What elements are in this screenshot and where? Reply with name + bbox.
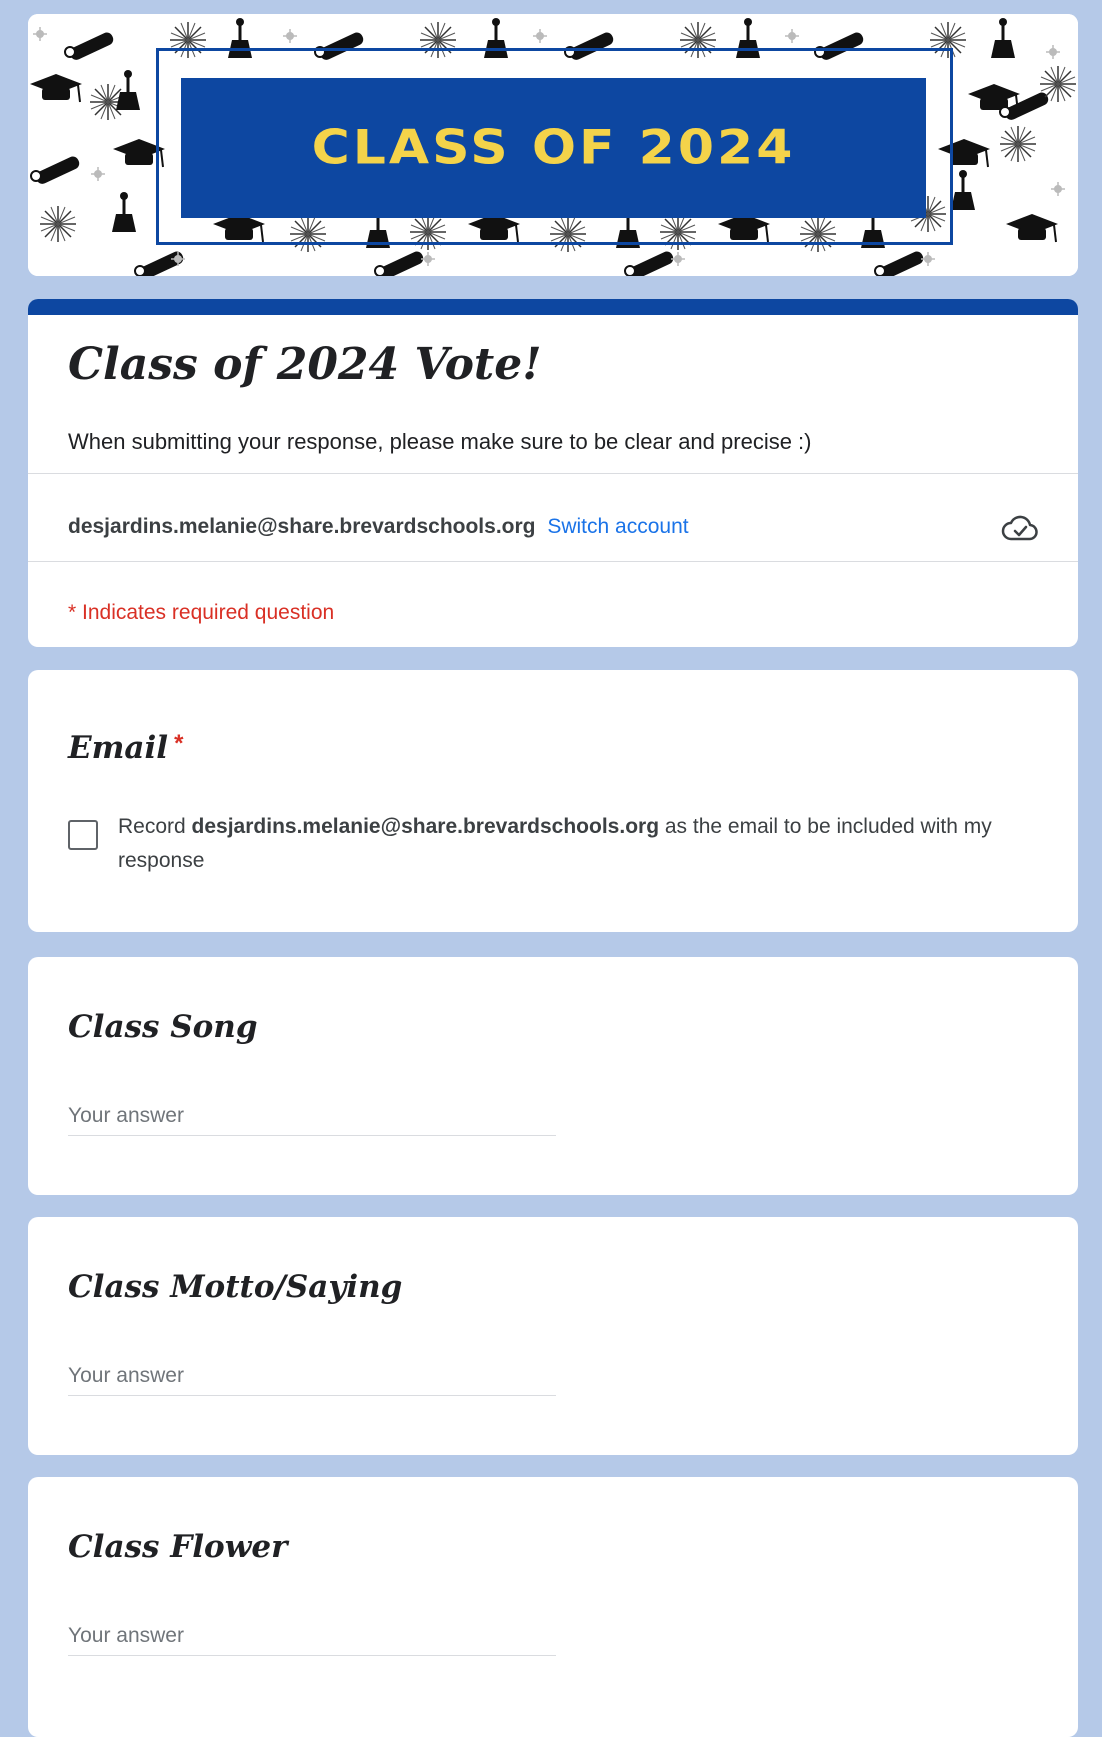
form-description: When submitting your response, please ma… xyxy=(68,429,812,454)
divider xyxy=(28,473,1078,474)
question-title-email: Email * xyxy=(68,730,183,766)
question-title-class-song: Class Song xyxy=(68,1009,258,1045)
divider xyxy=(28,561,1078,562)
question-card-class-motto: Class Motto/Saying xyxy=(28,1217,1078,1455)
required-note: * Indicates required question xyxy=(68,601,335,624)
question-title-text: Email xyxy=(68,730,169,766)
required-star: * xyxy=(174,730,184,757)
banner-title-box: CLASS OF 2024 xyxy=(181,78,926,218)
class-motto-input[interactable] xyxy=(68,1357,556,1396)
question-title-class-motto: Class Motto/Saying xyxy=(68,1269,403,1305)
record-email-label[interactable]: Record desjardins.melanie@share.brevards… xyxy=(118,810,1048,878)
form-header-card: Class of 2024 Vote! When submitting your… xyxy=(28,299,1078,647)
class-song-input[interactable] xyxy=(68,1097,556,1136)
checkbox-label-prefix: Record xyxy=(118,815,192,838)
switch-account-link[interactable]: Switch account xyxy=(547,515,688,538)
cloud-check-icon[interactable] xyxy=(1000,509,1040,549)
account-email: desjardins.melanie@share.brevardschools.… xyxy=(68,515,536,538)
question-card-class-song: Class Song xyxy=(28,957,1078,1195)
banner-title: CLASS OF 2024 xyxy=(311,121,796,175)
question-card-email: Email * Record desjardins.melanie@share.b… xyxy=(28,670,1078,932)
theme-accent-bar xyxy=(28,299,1078,315)
form-container: CLASS OF 2024 Class of 2024 Vote! When s… xyxy=(28,14,1078,1737)
question-card-class-flower: Class Flower xyxy=(28,1477,1078,1737)
form-title: Class of 2024 Vote! xyxy=(68,339,542,390)
question-title-class-flower: Class Flower xyxy=(68,1529,288,1565)
account-row: desjardins.melanie@share.brevardschools.… xyxy=(68,515,689,539)
checkbox-label-email: desjardins.melanie@share.brevardschools.… xyxy=(191,815,660,838)
record-email-checkbox[interactable] xyxy=(68,820,98,850)
class-flower-input[interactable] xyxy=(68,1617,556,1656)
header-banner: CLASS OF 2024 xyxy=(28,14,1078,276)
